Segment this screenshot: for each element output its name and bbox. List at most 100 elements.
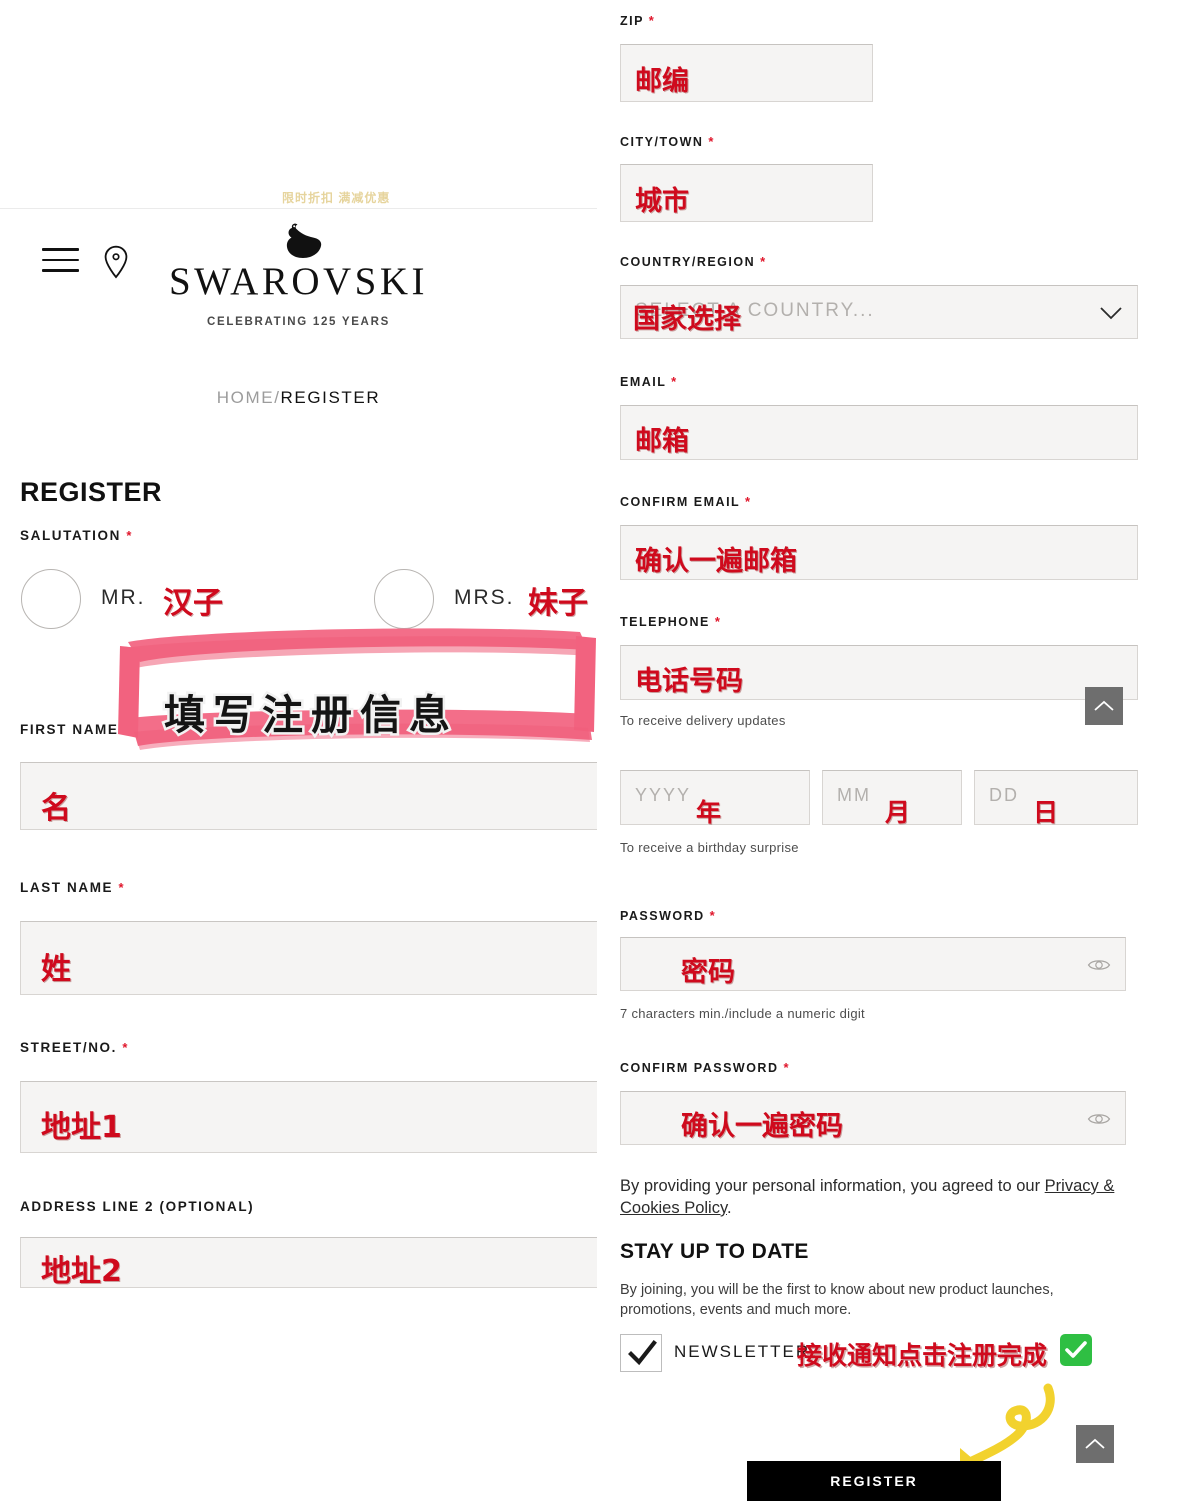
birthday-year-placeholder: YYYY: [635, 785, 692, 805]
password-input[interactable]: 密码: [620, 937, 1126, 991]
birthday-month-input[interactable]: MM 月: [822, 770, 962, 827]
promo-text: 限时折扣 满减优惠: [282, 191, 391, 205]
birthday-year-input[interactable]: YYYY 年: [620, 770, 810, 827]
email-label: EMAIL *: [620, 374, 678, 389]
top-promo-strip: 限时折扣 满减优惠: [0, 0, 597, 208]
stay-up-to-date-title: STAY UP TO DATE: [620, 1240, 809, 1263]
email-input[interactable]: 邮箱: [620, 405, 1138, 460]
salutation-label: SALUTATION *: [20, 528, 133, 543]
country-label-text: COUNTRY/REGION: [620, 255, 756, 269]
zip-label: ZIP *: [620, 13, 655, 28]
required-asterisk: *: [744, 494, 752, 509]
swan-logo-icon: [286, 223, 321, 258]
green-check-glyph: [1065, 1341, 1087, 1358]
telephone-helper: To receive delivery updates: [620, 713, 786, 728]
required-asterisk: *: [671, 374, 678, 389]
password-helper: 7 characters min./include a numeric digi…: [620, 1006, 865, 1021]
birthday-day-annotation: 日: [1033, 798, 1059, 827]
confirm-password-label-text: CONFIRM PASSWORD: [620, 1061, 779, 1075]
newsletter-checkbox[interactable]: [620, 1334, 662, 1372]
email-label-text: EMAIL: [620, 375, 667, 389]
telephone-label-text: TELEPHONE: [620, 615, 710, 629]
last-name-label: LAST NAME *: [20, 880, 125, 895]
city-value: 城市: [635, 186, 689, 217]
salutation-mr-label: MR.: [101, 586, 146, 609]
confirm-email-value: 确认一遍邮箱: [635, 546, 797, 577]
required-asterisk: *: [714, 614, 722, 629]
telephone-input[interactable]: 电话号码: [620, 645, 1138, 700]
confirm-email-label: CONFIRM EMAIL *: [620, 494, 752, 509]
birthday-month-placeholder: MM: [837, 785, 871, 805]
scroll-to-top-button[interactable]: [1076, 1425, 1114, 1463]
address2-label: ADDRESS LINE 2 (OPTIONAL): [20, 1199, 254, 1214]
country-label: COUNTRY/REGION *: [620, 254, 767, 269]
required-asterisk: *: [122, 1040, 130, 1055]
policy-before: By providing your personal information, …: [620, 1177, 1045, 1195]
left-screenshot-panel: 限时折扣 满减优惠 SWAROVSKI CELEBRATING 125 YEAR…: [0, 0, 597, 1288]
radio-salutation-mr[interactable]: [21, 569, 81, 629]
street-label: STREET/NO. *: [20, 1040, 129, 1055]
chevron-down-icon[interactable]: [1100, 307, 1122, 320]
stay-up-to-date-body: By joining, you will be the first to kno…: [620, 1282, 1054, 1318]
address2-value: 地址2: [41, 1254, 122, 1288]
breadcrumb-home[interactable]: HOME: [217, 388, 274, 407]
country-select[interactable]: SELECT A COUNTRY... 国家选择: [620, 285, 1138, 339]
confirm-password-input[interactable]: 确认一遍密码: [620, 1091, 1126, 1145]
street-value: 地址1: [41, 1110, 122, 1145]
birthday-day-input[interactable]: DD 日: [974, 770, 1138, 827]
address2-input[interactable]: 地址2: [20, 1237, 597, 1288]
newsletter-annotation: 接收通知点击注册完成: [797, 1341, 1048, 1370]
required-asterisk: *: [648, 13, 656, 28]
zip-label-text: ZIP: [620, 14, 644, 28]
password-label: PASSWORD *: [620, 908, 716, 923]
brand-tagline: CELEBRATING 125 YEARS: [207, 315, 390, 328]
annotation-mrs: 妹子: [528, 586, 588, 621]
eye-icon[interactable]: [1087, 957, 1111, 973]
page-title: REGISTER: [20, 477, 163, 507]
birthday-month-annotation: 月: [885, 798, 911, 827]
required-asterisk: *: [118, 880, 126, 895]
salutation-mrs-label: MRS.: [454, 586, 515, 609]
first-name-input[interactable]: 名: [20, 762, 597, 830]
first-name-value: 名: [41, 791, 71, 826]
policy-after: .: [726, 1198, 732, 1217]
password-label-text: PASSWORD: [620, 909, 705, 923]
email-value: 邮箱: [635, 426, 689, 457]
zip-input[interactable]: 邮编: [620, 44, 873, 102]
required-asterisk: *: [783, 1060, 791, 1075]
city-input[interactable]: 城市: [620, 164, 873, 222]
password-value: 密码: [681, 957, 735, 988]
telephone-label: TELEPHONE *: [620, 614, 721, 629]
green-check-icon: [1060, 1334, 1092, 1366]
scroll-to-top-button[interactable]: [1085, 687, 1123, 725]
required-asterisk: *: [126, 528, 134, 543]
brush-annotation-text: 填写注册信息: [162, 689, 458, 742]
required-asterisk: *: [760, 254, 767, 269]
last-name-input[interactable]: 姓: [20, 921, 597, 995]
birthday-helper: To receive a birthday surprise: [620, 840, 799, 855]
newsletter-label: NEWSLETTER: [674, 1342, 811, 1361]
header-divider: [0, 208, 597, 209]
register-button[interactable]: REGISTER: [747, 1461, 1001, 1501]
street-label-text: STREET/NO.: [20, 1040, 118, 1055]
first-name-label-text: FIRST NAME: [20, 722, 119, 737]
street-input[interactable]: 地址1: [20, 1081, 597, 1153]
confirm-email-input[interactable]: 确认一遍邮箱: [620, 525, 1138, 580]
city-label: CITY/TOWN *: [620, 134, 715, 149]
breadcrumb: HOME/REGISTER: [0, 388, 597, 408]
address2-label-text: ADDRESS LINE 2 (OPTIONAL): [20, 1199, 255, 1214]
page-root: 限时折扣 满减优惠 SWAROVSKI CELEBRATING 125 YEAR…: [0, 0, 1200, 1501]
chevron-up-icon: [1094, 700, 1114, 711]
city-label-text: CITY/TOWN: [620, 135, 704, 149]
brand-name: SWAROVSKI: [168, 260, 429, 303]
required-asterisk: *: [708, 134, 715, 149]
telephone-value: 电话号码: [635, 666, 743, 697]
breadcrumb-current: REGISTER: [280, 388, 381, 407]
eye-icon[interactable]: [1087, 1111, 1111, 1127]
right-screenshot-panel: ZIP * 邮编 CITY/TOWN * 城市 COUNTRY/REGION *…: [605, 0, 1142, 1501]
annotation-mr: 汉子: [163, 586, 223, 621]
required-asterisk: *: [709, 908, 717, 923]
brand-logo[interactable]: SWAROVSKI CELEBRATING 125 YEARS: [0, 222, 597, 328]
last-name-value: 姓: [41, 952, 71, 987]
chevron-up-icon: [1085, 1438, 1105, 1449]
